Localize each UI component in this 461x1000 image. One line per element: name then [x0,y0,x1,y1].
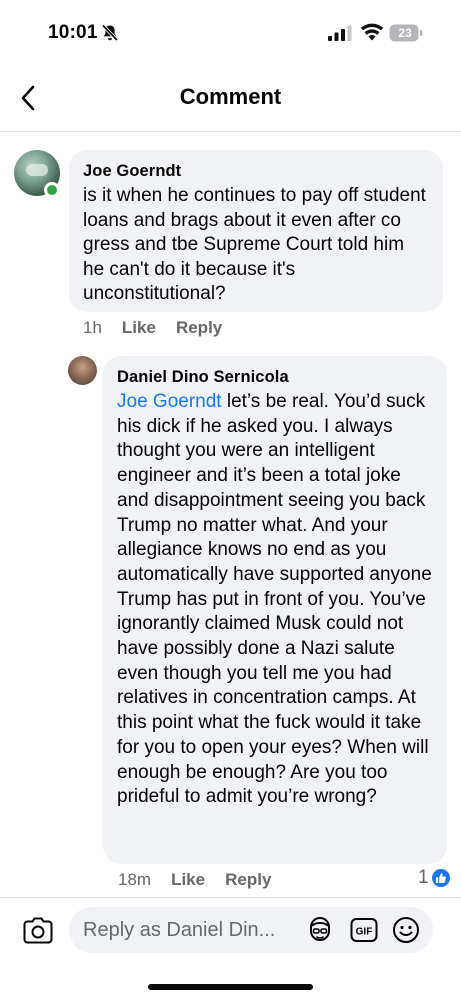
reply-button[interactable]: Reply [225,870,271,890]
emoji-icon[interactable] [392,916,420,944]
online-status-indicator [44,182,60,198]
mention-link[interactable]: Joe Goerndt [117,391,222,412]
status-time: 10:01 [48,22,98,43]
comment-actions: 1h Like Reply [83,318,222,338]
avatar-daniel-dino-sernicola[interactable] [68,356,97,385]
comment-bubble: Joe Goerndt is it when he continues to p… [69,150,443,312]
battery-level: 23 [398,26,412,40]
reply-button[interactable]: Reply [176,318,222,338]
cellular-signal-icon [328,25,352,41]
reply-composer: GIF [0,897,461,967]
comment-body: let’s be real. You’d suck his dick if he… [117,391,432,808]
header: Comment [0,64,461,132]
status-bar: 10:01 23 [0,0,461,64]
comment-timestamp: 1h [83,318,102,337]
comment-actions: 18m Like Reply [118,870,271,890]
comment-timestamp: 18m [118,870,152,889]
reaction-count: 1 [418,867,429,888]
gif-label: GIF [356,927,373,938]
gif-icon[interactable]: GIF [350,917,378,943]
comment-author[interactable]: Daniel Dino Sernicola [117,366,433,388]
reaction-summary[interactable]: 1 [418,867,451,889]
camera-icon[interactable] [22,916,54,946]
bell-off-icon [101,24,119,42]
avatar-sticker-icon[interactable] [306,917,334,943]
page-title: Comment [179,84,282,109]
reply-bubble: Daniel Dino Sernicola Joe Goerndt let’s … [103,356,447,864]
like-button[interactable]: Like [171,870,205,890]
like-reaction-icon [430,868,451,888]
comment-text: is it when he continues to pay off stude… [83,185,426,305]
like-button[interactable]: Like [122,318,156,338]
reply-input[interactable] [69,907,433,953]
comment-author[interactable]: Joe Goerndt [83,160,429,182]
wifi-icon [360,23,384,41]
comment-text: Joe Goerndt let’s be real. You’d suck hi… [117,390,433,810]
home-indicator[interactable] [148,984,313,990]
